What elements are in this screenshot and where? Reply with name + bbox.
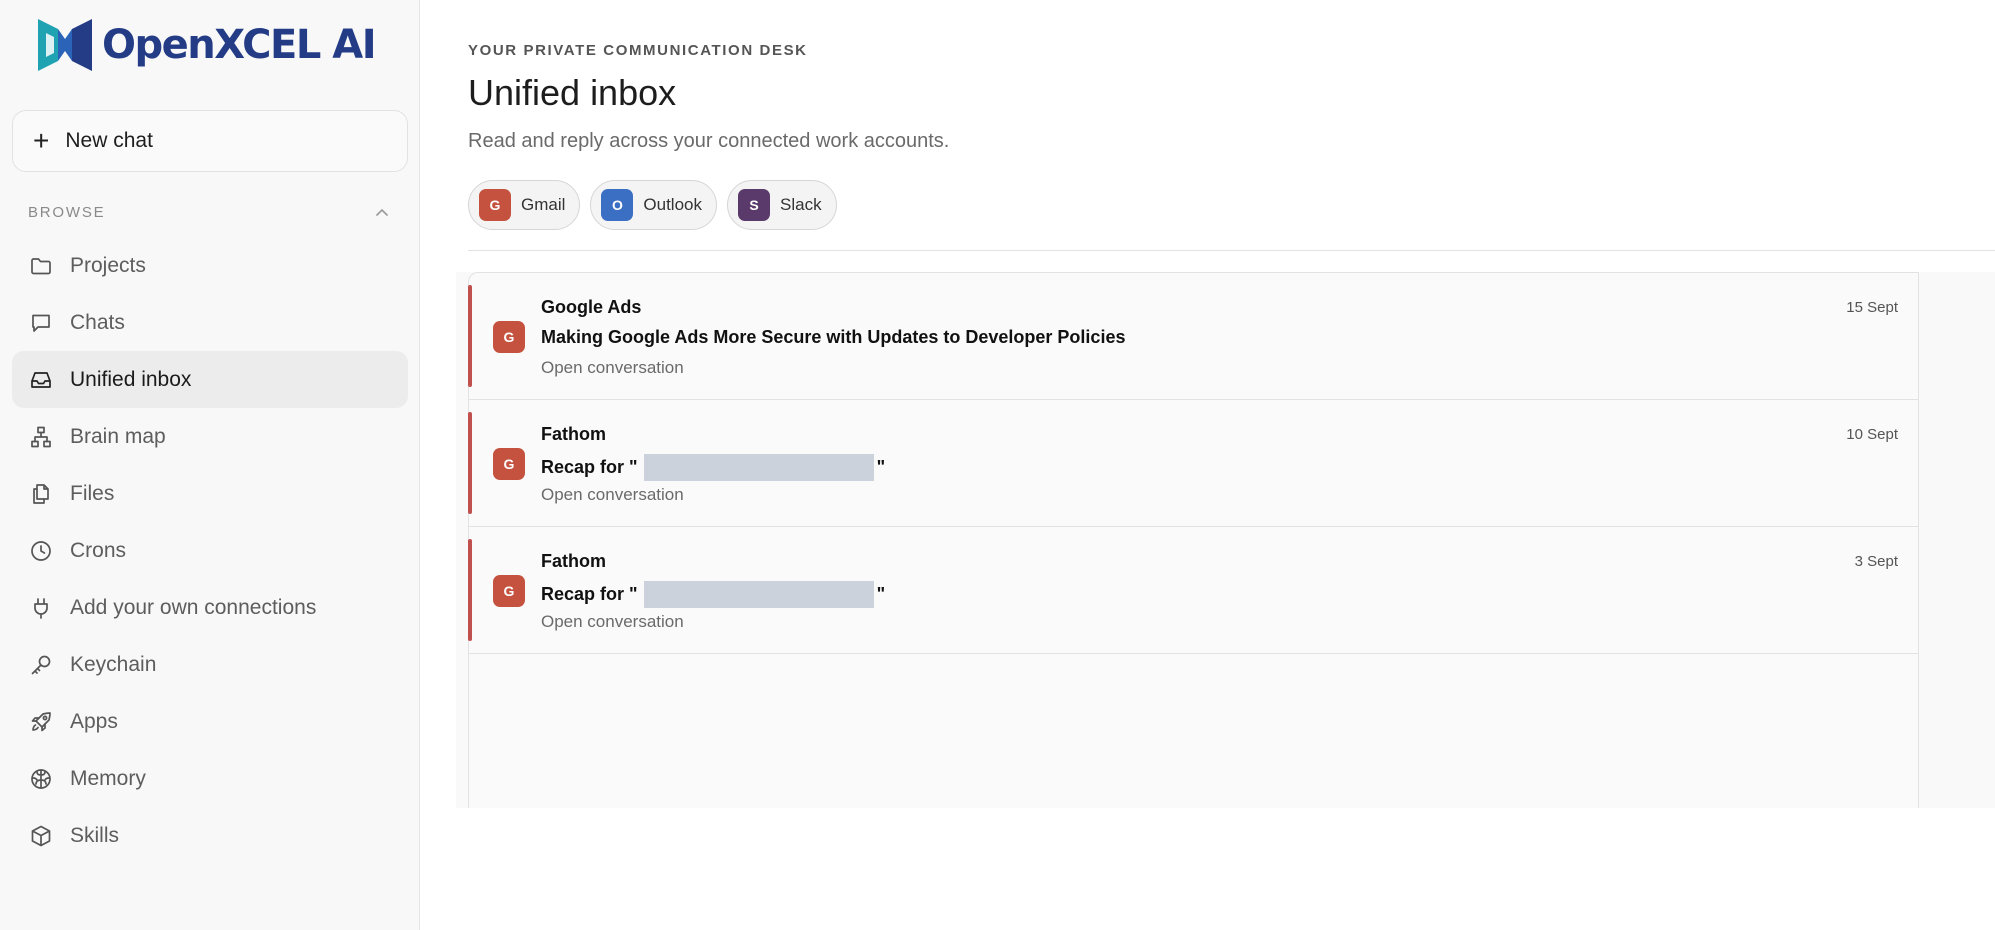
chat-icon: [28, 310, 54, 336]
sidebar-item-label: Apps: [70, 709, 118, 733]
message-subject-text: Recap for ": [541, 584, 638, 604]
folder-icon: [28, 253, 54, 279]
sidebar-item-label: Skills: [70, 823, 120, 847]
gmail-avatar-icon: G: [493, 575, 525, 607]
plus-icon: +: [33, 125, 50, 156]
sidebar-item-files[interactable]: Files: [12, 465, 408, 522]
sidebar: OpenXCEL AI + New chat BROWSE Projects C…: [0, 0, 420, 930]
slack-badge-icon: S: [738, 189, 770, 221]
message-sender: Fathom: [541, 551, 606, 571]
redacted-block: [643, 454, 874, 481]
message-sender: Fathom: [541, 424, 606, 444]
brain-icon: [28, 766, 54, 792]
sidebar-item-label: Memory: [70, 766, 146, 790]
message-row[interactable]: G Fathom Recap for " " Open conversation…: [468, 527, 1918, 654]
sidebar-item-label: Keychain: [70, 652, 157, 676]
sidebar-item-keychain[interactable]: Keychain: [12, 636, 408, 693]
page-subtitle: Read and reply across your connected wor…: [468, 130, 950, 152]
gmail-badge-icon: G: [479, 189, 511, 221]
header-divider: [468, 250, 1995, 251]
sidebar-item-add-connections[interactable]: Add your own connections: [12, 579, 408, 636]
message-subject-suffix: ": [876, 584, 886, 604]
key-icon: [28, 652, 54, 678]
sidebar-item-label: Crons: [70, 538, 127, 562]
sidebar-item-label: Files: [70, 481, 115, 505]
logo-text: OpenXCEL AI: [102, 22, 377, 68]
unread-indicator: [468, 539, 472, 641]
account-chip-label: Slack: [780, 195, 822, 214]
sidebar-item-label: Projects: [70, 253, 146, 277]
sidebar-nav: Projects Chats Unified inbox Brain map F…: [12, 237, 408, 864]
account-chip-outlook[interactable]: O Outlook: [590, 180, 717, 230]
message-list[interactable]: G Google Ads Making Google Ads More Secu…: [468, 272, 1919, 808]
sidebar-item-unified-inbox[interactable]: Unified inbox: [12, 351, 408, 408]
message-date: 10 Sept: [1846, 426, 1898, 443]
sidebar-item-crons[interactable]: Crons: [12, 522, 408, 579]
account-chip-label: Outlook: [643, 195, 702, 214]
message-sender: Google Ads: [541, 297, 642, 317]
account-chip-gmail[interactable]: G Gmail: [468, 180, 581, 230]
outlook-badge-icon: O: [601, 189, 634, 221]
chevron-up-icon[interactable]: [374, 205, 390, 221]
page-title: Unified inbox: [468, 72, 677, 113]
sidebar-item-skills[interactable]: Skills: [12, 807, 408, 864]
sidebar-item-label: Unified inbox: [70, 367, 192, 391]
redacted-block: [643, 581, 874, 608]
message-preview[interactable]: Open conversation: [541, 612, 684, 632]
clock-icon: [28, 538, 54, 564]
message-subject-text: Making Google Ads More Secure with Updat…: [541, 327, 1126, 347]
sidebar-item-chats[interactable]: Chats: [12, 294, 408, 351]
sidebar-item-label: Chats: [70, 310, 125, 334]
unread-indicator: [468, 285, 472, 387]
files-icon: [28, 481, 54, 507]
sidebar-item-label: Add your own connections: [70, 595, 317, 619]
message-row[interactable]: G Google Ads Making Google Ads More Secu…: [468, 273, 1918, 400]
page-eyebrow: YOUR PRIVATE COMMUNICATION DESK: [468, 42, 808, 59]
logo[interactable]: OpenXCEL AI: [38, 18, 377, 72]
sidebar-item-projects[interactable]: Projects: [12, 237, 408, 294]
browse-label: BROWSE: [28, 204, 106, 221]
unread-indicator: [468, 412, 472, 514]
rocket-icon: [28, 709, 54, 735]
cube-icon: [28, 823, 54, 849]
account-chip-slack[interactable]: S Slack: [727, 180, 837, 230]
new-chat-button[interactable]: + New chat: [12, 110, 408, 172]
app-root: OpenXCEL AI + New chat BROWSE Projects C…: [0, 0, 1995, 930]
sidebar-item-memory[interactable]: Memory: [12, 750, 408, 807]
message-date: 15 Sept: [1846, 299, 1898, 316]
logo-mark-icon: [38, 19, 92, 71]
message-preview[interactable]: Open conversation: [541, 358, 684, 378]
message-date: 3 Sept: [1854, 553, 1898, 570]
account-chip-label: Gmail: [521, 195, 566, 214]
sidebar-item-apps[interactable]: Apps: [12, 693, 408, 750]
inbox-icon: [28, 367, 54, 393]
sidebar-item-label: Brain map: [70, 424, 166, 448]
hierarchy-icon: [28, 424, 54, 450]
account-filters: G Gmail O Outlook S Slack: [468, 180, 837, 230]
new-chat-label: New chat: [65, 129, 153, 152]
sidebar-item-brain-map[interactable]: Brain map: [12, 408, 408, 465]
message-row[interactable]: G Fathom Recap for " " Open conversation…: [468, 400, 1918, 527]
plug-icon: [28, 595, 54, 621]
message-subject-text: Recap for ": [541, 457, 638, 477]
message-list-area: G Google Ads Making Google Ads More Secu…: [456, 272, 1995, 808]
gmail-avatar-icon: G: [493, 321, 525, 353]
message-subject-suffix: ": [876, 457, 886, 477]
browse-section-header: BROWSE: [28, 204, 390, 221]
gmail-avatar-icon: G: [493, 448, 525, 480]
message-subject: Recap for " ": [541, 454, 885, 481]
message-subject: Making Google Ads More Secure with Updat…: [541, 327, 1125, 348]
message-subject: Recap for " ": [541, 581, 885, 608]
message-preview[interactable]: Open conversation: [541, 485, 684, 505]
